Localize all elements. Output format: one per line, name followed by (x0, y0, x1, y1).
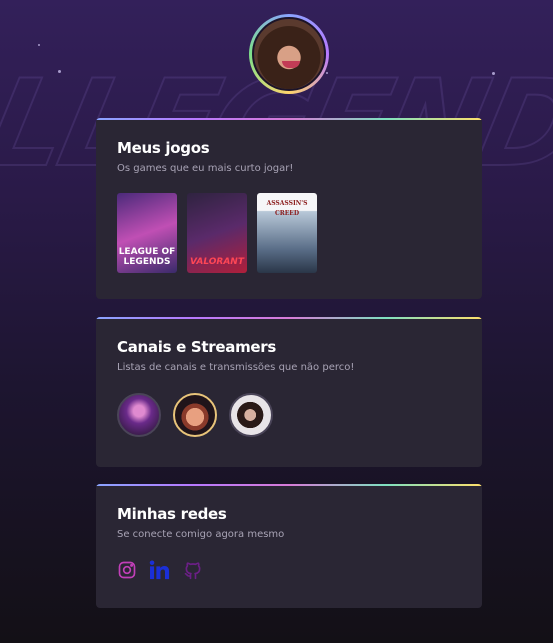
streamer-avatar[interactable] (117, 393, 161, 437)
games-card: Meus jogos Os games que eu mais curto jo… (96, 118, 482, 299)
game-league-of-legends[interactable]: LEAGUE OF LEGENDS (117, 193, 177, 273)
games-card-subtitle: Os games que eu mais curto jogar! (117, 163, 294, 174)
channels-card-title: Canais e Streamers (117, 338, 277, 356)
game-label: ASSASSIN'S CREED (266, 200, 308, 217)
profile-avatar[interactable] (249, 14, 329, 94)
social-links (117, 560, 461, 580)
star-decoration (58, 70, 61, 73)
game-valorant[interactable]: VALORANT (187, 193, 247, 273)
profile-photo (252, 17, 326, 91)
linkedin-icon[interactable] (149, 560, 171, 580)
game-assassins-creed[interactable]: ASSASSIN'S CREED (257, 193, 317, 273)
streamer-avatar[interactable] (229, 393, 273, 437)
streamers-list (117, 393, 461, 437)
channels-card: Canais e Streamers Listas de canais e tr… (96, 317, 482, 467)
games-card-title: Meus jogos (117, 139, 210, 157)
channels-card-subtitle: Listas de canais e transmissões que não … (117, 362, 355, 373)
github-icon[interactable] (183, 560, 203, 580)
star-decoration (326, 72, 328, 74)
games-list: LEAGUE OF LEGENDS VALORANT ASSASSIN'S CR… (117, 193, 461, 273)
game-label: VALORANT (190, 257, 244, 267)
socials-card-title: Minhas redes (117, 505, 227, 523)
star-decoration (492, 72, 495, 75)
instagram-icon[interactable] (117, 560, 137, 580)
streamer-avatar[interactable] (173, 393, 217, 437)
game-label: LEAGUE OF LEGENDS (118, 247, 176, 267)
socials-card-subtitle: Se conecte comigo agora mesmo (117, 529, 285, 540)
socials-card: Minhas redes Se conecte comigo agora mes… (96, 484, 482, 608)
star-decoration (38, 44, 40, 46)
